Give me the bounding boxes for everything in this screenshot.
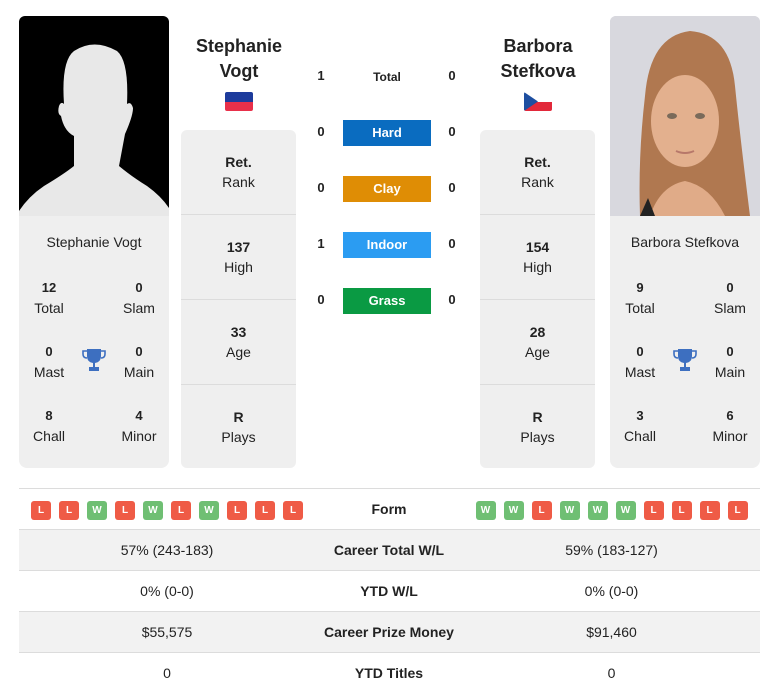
surface-indoor-badge[interactable]: Indoor	[343, 232, 431, 258]
ytd-titles-label: YTD Titles	[354, 665, 424, 681]
surface-hard-badge[interactable]: Hard	[343, 120, 431, 146]
player2-prize-money: $91,460	[586, 624, 637, 640]
h2h-total-row: 1 Total 0	[300, 64, 480, 90]
player2-photo	[610, 16, 760, 216]
player1-form-result-win[interactable]: W	[199, 501, 219, 520]
player2-age: 28 Age	[480, 300, 595, 385]
ytd-wl-label: YTD W/L	[360, 583, 418, 599]
trophy-icon	[82, 349, 106, 371]
trophy-icon	[673, 349, 697, 371]
player2-form-result-loss[interactable]: L	[671, 501, 692, 520]
player2-plays: R Plays	[520, 409, 555, 445]
player2-mast-titles: 0 Mast	[624, 344, 656, 380]
player2-ytd-titles: 0	[607, 665, 616, 681]
player1-rank-card: Ret. Rank 137 High 33 Age R Plays	[181, 130, 296, 468]
player1-ytd-wl: 0% (0-0)	[140, 583, 194, 599]
player2-minor-titles: 6 Minor	[712, 408, 748, 444]
player1-total-titles: 12 Total	[34, 280, 64, 316]
player2-name[interactable]: Barbora Stefkova	[610, 234, 760, 250]
player1-mast-titles: 0 Mast	[33, 344, 65, 380]
h2h-clay-row: 0 Clay 0	[300, 176, 480, 202]
player1-chall-titles: 8 Chall	[33, 408, 65, 444]
h2h-indoor-row: 1 Indoor 0	[300, 232, 480, 258]
player1-plays: R Plays	[221, 409, 256, 445]
player2-form: WWLWWWLLLL	[463, 489, 760, 520]
player1-form-result-loss[interactable]: L	[115, 501, 135, 520]
form-label: Form	[371, 501, 407, 517]
player2-form-result-win[interactable]: W	[475, 501, 496, 520]
player2-rank-card: Ret. Rank 154 High 28 Age R Plays	[480, 130, 595, 468]
player2-slam-titles: 0 Slam	[714, 280, 746, 316]
comparison-table: LLWLWLWLLL Form WWLWWWLLLL 57% (243-183)…	[19, 488, 760, 693]
player2-titles-card: Barbora Stefkova 9 Total 0 Slam 0 Mast 0…	[610, 216, 760, 468]
player1-form: LLWLWLWLLL	[19, 489, 315, 520]
player1-heading[interactable]: Stephanie Vogt	[179, 34, 299, 84]
player2-form-result-loss[interactable]: L	[643, 501, 664, 520]
prize-money-label: Career Prize Money	[324, 624, 454, 640]
portrait-icon	[610, 16, 760, 216]
player2-form-result-win[interactable]: W	[615, 501, 636, 520]
player1-name[interactable]: Stephanie Vogt	[19, 234, 169, 250]
player1-form-result-win[interactable]: W	[143, 501, 163, 520]
player1-form-result-win[interactable]: W	[87, 501, 107, 520]
surface-clay-badge[interactable]: Clay	[343, 176, 431, 202]
player2-career-wl: 59% (183-127)	[565, 542, 658, 558]
prize-money-row: $55,575 Career Prize Money $91,460	[19, 611, 760, 652]
player2-main-titles: 0 Main	[714, 344, 746, 380]
player2-form-result-win[interactable]: W	[503, 501, 524, 520]
player1-form-result-loss[interactable]: L	[59, 501, 79, 520]
player1-rank: Ret. Rank	[181, 130, 296, 215]
career-wl-label: Career Total W/L	[333, 542, 445, 558]
player1-ytd-titles: 0	[163, 665, 171, 681]
player2-rank: Ret. Rank	[480, 130, 595, 215]
ytd-wl-row: 0% (0-0) YTD W/L 0% (0-0)	[19, 570, 760, 611]
player2-form-result-loss[interactable]: L	[727, 501, 748, 520]
player2-heading[interactable]: Barbora Stefkova	[478, 34, 598, 84]
player1-minor-titles: 4 Minor	[121, 408, 157, 444]
form-row: LLWLWLWLLL Form WWLWWWLLLL	[19, 488, 760, 529]
surface-grass-badge[interactable]: Grass	[343, 288, 431, 314]
career-wl-row: 57% (243-183) Career Total W/L 59% (183-…	[19, 529, 760, 570]
player1-slam-titles: 0 Slam	[123, 280, 155, 316]
liechtenstein-flag-icon	[225, 92, 253, 111]
player2-ytd-wl: 0% (0-0)	[584, 583, 639, 599]
player1-high: 137 High	[181, 215, 296, 300]
h2h-hard-row: 0 Hard 0	[300, 120, 480, 146]
player2-high: 154 High	[480, 215, 595, 300]
player2-form-result-win[interactable]: W	[587, 501, 608, 520]
player1-main-titles: 0 Main	[123, 344, 155, 380]
player2-form-result-loss[interactable]: L	[531, 501, 552, 520]
player1-age: 33 Age	[181, 300, 296, 385]
player2-form-result-loss[interactable]: L	[699, 501, 720, 520]
player2-total-titles: 9 Total	[625, 280, 655, 316]
player1-career-wl: 57% (243-183)	[120, 542, 214, 558]
h2h-grass-row: 0 Grass 0	[300, 288, 480, 314]
player2-form-result-win[interactable]: W	[559, 501, 580, 520]
h2h-total-label: Total	[373, 70, 401, 84]
player1-form-result-loss[interactable]: L	[283, 501, 303, 520]
player1-titles-card: Stephanie Vogt 12 Total 0 Slam 0 Mast 0 …	[19, 216, 169, 468]
player1-prize-money: $55,575	[141, 624, 193, 640]
silhouette-icon	[19, 44, 169, 216]
czech-flag-icon	[524, 92, 552, 111]
player1-form-result-loss[interactable]: L	[31, 501, 51, 520]
ytd-titles-row: 0 YTD Titles 0	[19, 652, 760, 693]
player1-form-result-loss[interactable]: L	[227, 501, 247, 520]
player1-form-result-loss[interactable]: L	[171, 501, 191, 520]
player1-form-result-loss[interactable]: L	[255, 501, 275, 520]
player2-chall-titles: 3 Chall	[624, 408, 656, 444]
player1-photo	[19, 16, 169, 216]
